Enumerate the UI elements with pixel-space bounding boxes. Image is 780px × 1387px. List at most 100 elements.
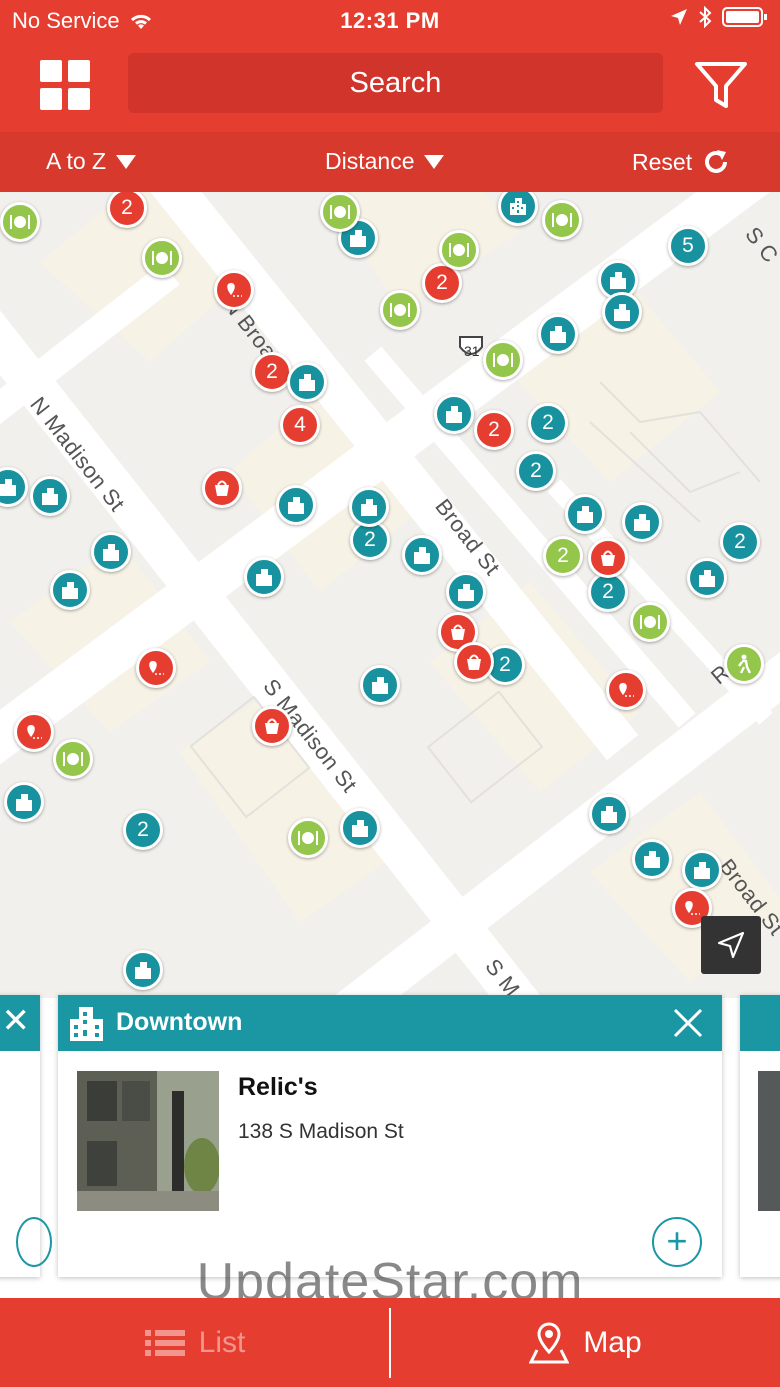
building-pin[interactable] xyxy=(349,487,389,527)
sort-az-button[interactable]: A to Z xyxy=(46,148,137,175)
filter-icon[interactable] xyxy=(694,60,748,110)
cluster-pin[interactable]: 2 xyxy=(123,810,163,850)
my-location-button[interactable] xyxy=(701,916,761,974)
restaurant-pin[interactable] xyxy=(439,230,479,270)
tab-map[interactable]: Map xyxy=(391,1298,780,1387)
tab-map-label: Map xyxy=(583,1325,642,1359)
building-pin[interactable] xyxy=(446,572,486,612)
restaurant-pin[interactable] xyxy=(542,200,582,240)
building-pin[interactable] xyxy=(682,850,722,890)
card-header: Downtown xyxy=(58,995,722,1051)
map-pin-icon xyxy=(685,901,700,915)
fork-knife-icon xyxy=(552,213,572,227)
bluetooth-icon xyxy=(699,6,712,28)
shopping-pin[interactable] xyxy=(454,642,494,682)
building-pin[interactable] xyxy=(565,494,605,534)
building-pin[interactable] xyxy=(434,394,474,434)
tour-pin[interactable] xyxy=(14,712,54,752)
building-pin[interactable] xyxy=(538,314,578,354)
building-pin[interactable] xyxy=(4,782,44,822)
grid-menu-icon[interactable] xyxy=(40,60,90,110)
status-time: 12:31 PM xyxy=(340,8,440,33)
building-pin[interactable] xyxy=(602,292,642,332)
building-pin[interactable] xyxy=(123,950,163,990)
building-icon xyxy=(361,499,377,516)
cluster-pin[interactable]: 2 xyxy=(252,352,292,392)
building-icon xyxy=(288,497,304,514)
cluster-pin[interactable]: 2 xyxy=(720,522,760,562)
restaurant-pin[interactable] xyxy=(142,238,182,278)
cluster-pin[interactable]: 2 xyxy=(474,410,514,450)
tour-pin[interactable] xyxy=(606,670,646,710)
cluster-pin[interactable]: 5 xyxy=(668,226,708,266)
tour-pin[interactable] xyxy=(214,270,254,310)
map-pin-icon xyxy=(529,1322,570,1363)
map-pin-icon xyxy=(149,661,164,675)
bottom-tab-bar: List Map xyxy=(0,1298,780,1387)
building-pin[interactable] xyxy=(402,535,442,575)
building-icon xyxy=(577,506,593,523)
shopping-bag-icon xyxy=(601,550,615,566)
shopping-pin[interactable] xyxy=(202,468,242,508)
building-icon xyxy=(16,794,32,811)
fork-knife-icon xyxy=(10,215,30,229)
selected-building-pin[interactable] xyxy=(340,808,380,848)
restaurant-pin[interactable] xyxy=(320,192,360,232)
next-card[interactable] xyxy=(740,995,780,1277)
building-icon xyxy=(256,569,272,586)
map-pin-icon xyxy=(227,283,242,297)
reset-button[interactable]: Reset xyxy=(632,148,730,176)
shopping-pin[interactable] xyxy=(588,538,628,578)
caret-down-icon xyxy=(424,154,445,169)
map-view[interactable]: 31 N Broad St N Madison St Broad St S Ma… xyxy=(0,192,780,998)
building-icon xyxy=(299,374,315,391)
tour-pin[interactable] xyxy=(136,648,176,688)
building-pin[interactable] xyxy=(50,570,90,610)
building-icon xyxy=(610,272,626,289)
fork-knife-icon xyxy=(640,615,660,629)
building-pin[interactable] xyxy=(287,362,327,402)
route-shield-text: 31 xyxy=(464,343,480,359)
building-pin[interactable] xyxy=(360,665,400,705)
sort-distance-button[interactable]: Distance xyxy=(325,148,445,175)
sort-distance-label: Distance xyxy=(325,148,415,174)
status-bar: No Service 12:31 PM xyxy=(0,0,780,40)
list-icon xyxy=(144,1329,185,1356)
building-pin[interactable] xyxy=(589,794,629,834)
map-pin-icon xyxy=(27,725,42,739)
sort-bar: A to Z Distance Reset xyxy=(0,132,780,192)
cluster-pin[interactable]: 4 xyxy=(280,405,320,445)
shopping-pin[interactable] xyxy=(252,706,292,746)
hiking-pin[interactable] xyxy=(724,644,764,684)
search-input[interactable]: Search xyxy=(128,53,663,113)
building-pin[interactable] xyxy=(30,476,70,516)
restaurant-pin[interactable] xyxy=(380,290,420,330)
restaurant-pin[interactable] xyxy=(0,202,40,242)
building-icon xyxy=(103,544,119,561)
battery-icon xyxy=(722,7,767,27)
building-icon xyxy=(352,820,368,837)
previous-card[interactable]: ✕ xyxy=(0,995,52,1277)
fork-knife-icon xyxy=(493,353,513,367)
close-icon[interactable]: ✕ xyxy=(2,1001,31,1041)
cluster-pin[interactable]: 2 xyxy=(543,536,583,576)
building-pin[interactable] xyxy=(622,502,662,542)
restaurant-pin[interactable] xyxy=(483,340,523,380)
building-icon xyxy=(70,1007,103,1041)
building-pin[interactable] xyxy=(632,839,672,879)
cluster-pin[interactable]: 2 xyxy=(516,451,556,491)
building-pin[interactable] xyxy=(244,557,284,597)
cluster-pin[interactable]: 2 xyxy=(588,572,628,612)
restaurant-pin[interactable] xyxy=(53,739,93,779)
place-card[interactable]: Downtown Relic's 138 S Madison St + xyxy=(58,995,722,1277)
navigation-arrow-icon xyxy=(717,931,745,959)
restaurant-pin[interactable] xyxy=(288,818,328,858)
close-icon[interactable] xyxy=(672,1007,704,1039)
building-pin[interactable] xyxy=(91,532,131,572)
shopping-bag-icon xyxy=(215,480,229,496)
building-pin[interactable] xyxy=(687,558,727,598)
cluster-pin[interactable]: 2 xyxy=(528,403,568,443)
restaurant-pin[interactable] xyxy=(630,602,670,642)
tab-list[interactable]: List xyxy=(0,1298,390,1387)
building-pin[interactable] xyxy=(276,485,316,525)
